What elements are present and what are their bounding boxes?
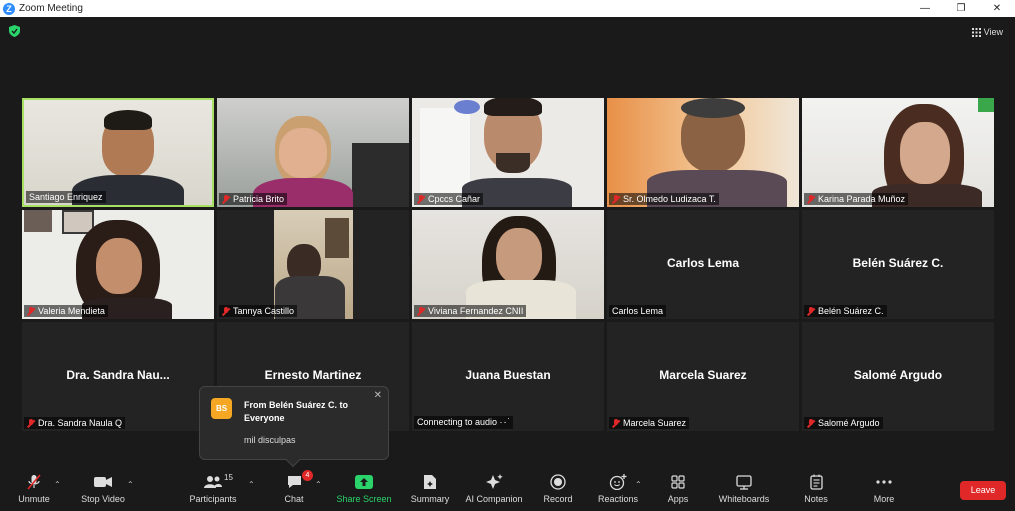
participant-name-tag: Valeria Mendieta [24,305,108,317]
notes-icon [809,474,823,490]
apps-button[interactable]: Apps [664,473,692,504]
mic-muted-icon [222,306,230,316]
chat-unread-badge: 4 [302,470,313,481]
notes-button[interactable]: Notes [802,473,830,504]
participant-center-name: Salomé Argudo [853,368,943,382]
participants-count: 15 [224,473,233,482]
participant-tile[interactable]: Cpccs Cañar [412,98,604,207]
close-window-button[interactable]: ✕ [979,0,1015,17]
participant-tile[interactable]: Tannya Castillo [217,210,409,319]
participant-tile[interactable]: Dra. Sandra Nau... Dra. Sandra Naula Q [22,322,214,431]
participant-center-name: Carlos Lema [666,256,740,270]
participant-name-tag: Cpccs Cañar [414,193,484,205]
summary-button[interactable]: Summary [408,473,452,504]
share-screen-icon [355,475,373,489]
chat-button[interactable]: 4 Chat [282,470,313,504]
participant-name-tag: Tannya Castillo [219,305,298,317]
mic-muted-icon [807,418,815,428]
emoji-plus-icon [609,474,627,490]
participant-name-tag: Dra. Sandra Naula Q [24,417,126,429]
participant-center-name: Belén Suárez C. [852,256,944,270]
leave-button[interactable]: Leave [960,481,1006,500]
participant-name-tag: Santiago Enriquez [26,191,106,203]
zoom-logo-icon: Z [3,2,15,15]
whiteboard-icon [736,474,752,490]
close-icon[interactable]: ✕ [374,390,382,401]
participant-name-tag: Marcela Suarez [609,417,690,429]
record-button[interactable]: Record [540,473,576,504]
sender-avatar: BS [211,398,232,419]
mic-muted-icon [27,418,35,428]
participant-name-tag: Patricia Brito [219,193,288,205]
participant-tile[interactable]: Marcela Suarez Marcela Suarez [607,322,799,431]
participant-tile[interactable]: Karina Parada Muñoz [802,98,994,207]
participant-tile[interactable]: Salomé Argudo Salomé Argudo [802,322,994,431]
audio-options-caret[interactable]: ⌃ [54,480,61,489]
mic-muted-icon [27,306,35,316]
chat-notification[interactable]: BS From Belén Suárez C. to Everyone mil … [199,386,389,468]
participants-icon [204,476,222,488]
participant-name-tag: Salomé Argudo [804,417,883,429]
view-button[interactable]: View [971,27,1003,37]
participants-options-caret[interactable]: ⌃ [248,480,255,489]
participant-tile[interactable]: Valeria Mendieta [22,210,214,319]
participant-name-tag: Viviana Fernandez CNII [414,305,527,317]
stop-video-button[interactable]: Stop Video [78,473,128,504]
chat-message: mil disculpas [244,435,296,445]
meeting-toolbar: Unmute ⌃ Stop Video ⌃ 15 Participants ⌃ … [0,468,1015,511]
mic-muted-icon [27,474,41,490]
restore-button[interactable]: ❐ [943,0,979,17]
participant-name-tag: Belén Suárez C. [804,305,887,317]
more-dots-icon [876,480,892,484]
shield-icon[interactable] [9,25,20,37]
participant-tile[interactable]: Santiago Enriquez [22,98,214,207]
mic-muted-icon [807,194,815,204]
meeting-top-bar: View [0,17,1015,47]
participant-name-tag: Sr. Olmedo Ludizaca T. [609,193,719,205]
record-icon [550,474,566,490]
participant-tile[interactable]: Sr. Olmedo Ludizaca T. [607,98,799,207]
participant-center-name: Ernesto Martinez [264,368,362,382]
minimize-button[interactable]: — [907,0,943,17]
summary-icon [424,475,436,489]
unmute-button[interactable]: Unmute [14,473,54,504]
video-camera-icon [94,477,112,487]
participant-tile[interactable]: Belén Suárez C. Belén Suárez C. [802,210,994,319]
mic-muted-icon [612,194,620,204]
view-label: View [983,27,1003,37]
participant-name-tag: Karina Parada Muñoz [804,193,909,205]
grid-icon [971,27,981,37]
chat-options-caret[interactable]: ⌃ [315,480,322,489]
participant-tile[interactable]: Juana Buestan Connecting to audio ·٠˙ [412,322,604,431]
share-screen-button[interactable]: Share Screen [336,473,392,504]
reactions-options-caret[interactable]: ⌃ [635,480,642,489]
chat-sender: From Belén Suárez C. to Everyone [244,400,349,423]
participant-tile[interactable]: Patricia Brito [217,98,409,207]
video-options-caret[interactable]: ⌃ [127,480,134,489]
mic-muted-icon [417,306,425,316]
apps-icon [671,475,685,489]
more-button[interactable]: More [870,473,898,504]
mic-muted-icon [222,194,230,204]
participant-center-name: Juana Buestan [465,368,551,382]
whiteboards-button[interactable]: Whiteboards [714,473,774,504]
sparkle-icon [486,474,503,489]
window-title: Zoom Meeting [19,3,83,14]
connecting-audio-status: Connecting to audio ·٠˙ [414,416,514,429]
title-bar: Z Zoom Meeting — ❐ ✕ [0,0,1015,17]
participant-tile[interactable]: Carlos Lema Carlos Lema [607,210,799,319]
mic-muted-icon [417,194,425,204]
participant-tile[interactable]: Viviana Fernandez CNII [412,210,604,319]
chat-icon [287,476,301,488]
participant-center-name: Marcela Suarez [659,368,747,382]
mic-muted-icon [612,418,620,428]
participant-name-tag: Carlos Lema [609,305,667,317]
mic-muted-icon [807,306,815,316]
ai-companion-button[interactable]: AI Companion [464,473,524,504]
participants-button[interactable]: 15 Participants [186,473,240,504]
participant-center-name: Dra. Sandra Nau... [66,368,170,382]
reactions-button[interactable]: Reactions [596,473,640,504]
